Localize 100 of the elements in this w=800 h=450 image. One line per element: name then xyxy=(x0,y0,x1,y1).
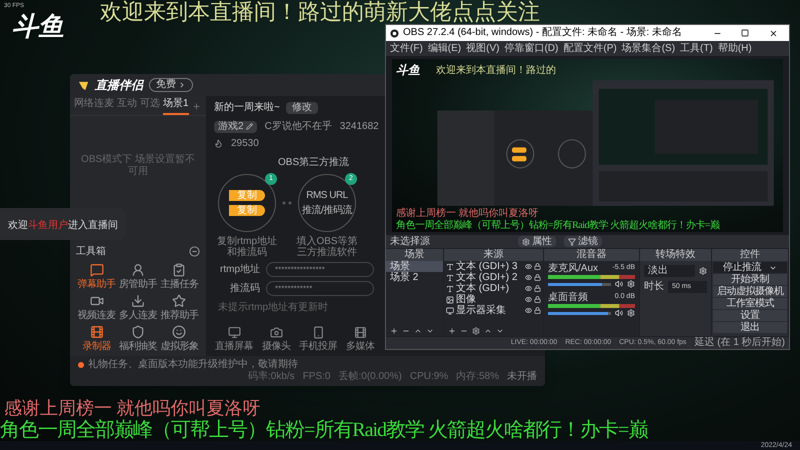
properties-button[interactable]: 属性 xyxy=(518,236,556,247)
heat-count: 29530 xyxy=(231,137,259,151)
no-source-label: 未选择源 xyxy=(390,236,431,248)
step-caption: 填入OBS等第三方推流软件 xyxy=(295,236,359,258)
dock-header: 转场特效 xyxy=(640,249,711,261)
scene-notice: OBS模式下 场景设置暂不可用 xyxy=(80,154,196,178)
control-button[interactable]: 设置 xyxy=(713,310,787,321)
input-field[interactable]: **************** xyxy=(266,262,374,277)
eye-icon[interactable] xyxy=(525,296,532,303)
source-item[interactable]: 文本 (GDI+) 3 xyxy=(456,261,523,272)
step-caption: 复制rtmp地址和推流码 xyxy=(216,236,278,258)
control-button[interactable]: 启动虚拟摄像机 xyxy=(713,286,787,297)
scene-item[interactable]: 场景 2 xyxy=(386,272,443,283)
text-icon xyxy=(446,274,454,282)
source-item[interactable]: 文本 (GDI+) 2 xyxy=(456,272,523,283)
menu-item[interactable]: 视图(V) xyxy=(466,42,500,54)
dock-header: 控件 xyxy=(712,249,788,261)
welcome-marquee: 欢迎来到本直播间！路过的萌新大佬点点关注 xyxy=(100,0,540,24)
room-id: 3241682 xyxy=(340,120,379,134)
filters-button[interactable]: 滤镜 xyxy=(564,236,602,247)
eye-icon[interactable] xyxy=(525,274,532,281)
settings-icon xyxy=(522,238,530,246)
download-icon xyxy=(130,294,145,308)
channel-name: 桌面音频 xyxy=(548,292,588,303)
collapse-icon[interactable] xyxy=(189,246,200,257)
source-button[interactable]: 摄像头 xyxy=(256,326,296,352)
menu-item[interactable]: 停靠窗口(D) xyxy=(504,42,558,54)
badge-button[interactable]: 免费 xyxy=(149,78,193,92)
live-state: 未开播 xyxy=(507,371,537,383)
dock-header: 来源 xyxy=(444,249,543,261)
source-button[interactable]: 多媒体 xyxy=(340,326,380,352)
menu-item[interactable]: 配置文件(P) xyxy=(563,42,617,54)
join-message: 欢迎斗鱼用户进入直播间 xyxy=(8,220,118,231)
add-icon[interactable] xyxy=(390,326,398,334)
source-item[interactable]: 文本 (GDI+) xyxy=(456,283,523,294)
tab[interactable]: 场景1 xyxy=(163,97,189,115)
tool-button[interactable]: 虚拟形象 xyxy=(158,325,200,352)
control-button[interactable]: 退出 xyxy=(713,322,787,333)
dock-header: 混音器 xyxy=(544,249,639,261)
tool-button[interactable]: 房管助手 xyxy=(117,263,159,290)
flame-icon xyxy=(214,139,223,148)
close-icon[interactable] xyxy=(768,28,778,38)
app-logo-icon xyxy=(390,28,399,38)
text-icon xyxy=(446,262,454,270)
menu-item[interactable]: 帮助(H) xyxy=(718,42,752,54)
toolbox-title: 工具箱 xyxy=(76,245,106,259)
tool-button[interactable]: 主播任务 xyxy=(158,263,200,290)
lock-icon[interactable] xyxy=(534,307,541,314)
speaker-icon[interactable] xyxy=(615,309,623,317)
menu-item[interactable]: 场景集合(S) xyxy=(622,42,676,54)
settings-icon[interactable] xyxy=(699,267,707,275)
lock-icon[interactable] xyxy=(534,296,541,303)
control-button[interactable]: 开始录制 xyxy=(713,274,787,285)
menu-item[interactable]: 编辑(E) xyxy=(428,42,462,54)
lock-icon[interactable] xyxy=(534,274,541,281)
tool-button[interactable]: 视频连麦 xyxy=(76,294,118,321)
film-icon xyxy=(354,326,366,339)
app-name: 直播伴侣 xyxy=(95,77,143,94)
input-field[interactable]: ************ xyxy=(266,281,374,296)
add-icon[interactable] xyxy=(192,102,201,111)
settings-icon[interactable] xyxy=(472,326,480,334)
category-button[interactable]: 游戏2 xyxy=(214,120,257,132)
scene-item[interactable]: 场景 xyxy=(386,261,443,272)
chevron-right-icon xyxy=(178,81,186,89)
preview-marquee: 欢迎来到本直播间！路过的 xyxy=(436,64,556,78)
source-item[interactable]: 图像 xyxy=(456,294,523,305)
status-notice: 礼物任务、桌面版本功能升级维护中，敬请期待 xyxy=(88,359,298,370)
source-button[interactable]: 直播屏幕 xyxy=(214,326,254,352)
speaker-icon[interactable] xyxy=(615,280,623,288)
add-icon[interactable] xyxy=(448,326,456,334)
tool-button[interactable]: 弹幕助手 xyxy=(76,263,118,290)
video-camera-icon xyxy=(90,294,104,308)
stream-dropdown[interactable]: 停止推流 xyxy=(713,262,787,273)
control-button[interactable]: 工作室模式 xyxy=(713,298,787,309)
dock-header: 场景 xyxy=(386,249,443,261)
tool-button[interactable]: 推荐助手 xyxy=(158,294,200,321)
eye-icon[interactable] xyxy=(525,307,532,314)
lock-icon[interactable] xyxy=(534,263,541,270)
eye-icon[interactable] xyxy=(525,285,532,292)
maximize-icon[interactable] xyxy=(741,29,749,37)
warning-dot-icon xyxy=(78,362,84,368)
tool-button[interactable]: 多人连麦 xyxy=(117,294,159,321)
status-stat: 内存:58% xyxy=(456,371,499,383)
status-stat: 码率:0kb/s xyxy=(248,371,295,383)
tool-button[interactable]: 福利抽奖 xyxy=(117,325,159,352)
edit-button[interactable]: 修改 xyxy=(286,102,318,114)
room-title: 新的一周来啦~ xyxy=(214,100,280,115)
tool-button[interactable]: 录制器 xyxy=(76,325,118,352)
channel-name: 麦克风/Aux xyxy=(548,263,598,274)
settings-icon[interactable] xyxy=(627,309,635,317)
eye-icon[interactable] xyxy=(525,263,532,270)
settings-icon[interactable] xyxy=(627,280,635,288)
source-item[interactable]: 显示器采集 xyxy=(456,305,523,316)
menu-item[interactable]: 文件(F) xyxy=(390,42,423,54)
menu-item[interactable]: 工具(T) xyxy=(680,42,713,54)
preview-logo: 斗鱼 xyxy=(396,64,420,77)
source-button[interactable]: 手机投屏 xyxy=(298,326,338,352)
transition-select[interactable]: 淡出 xyxy=(644,265,695,277)
step-label: RMS URL xyxy=(306,190,348,201)
lock-icon[interactable] xyxy=(534,285,541,292)
